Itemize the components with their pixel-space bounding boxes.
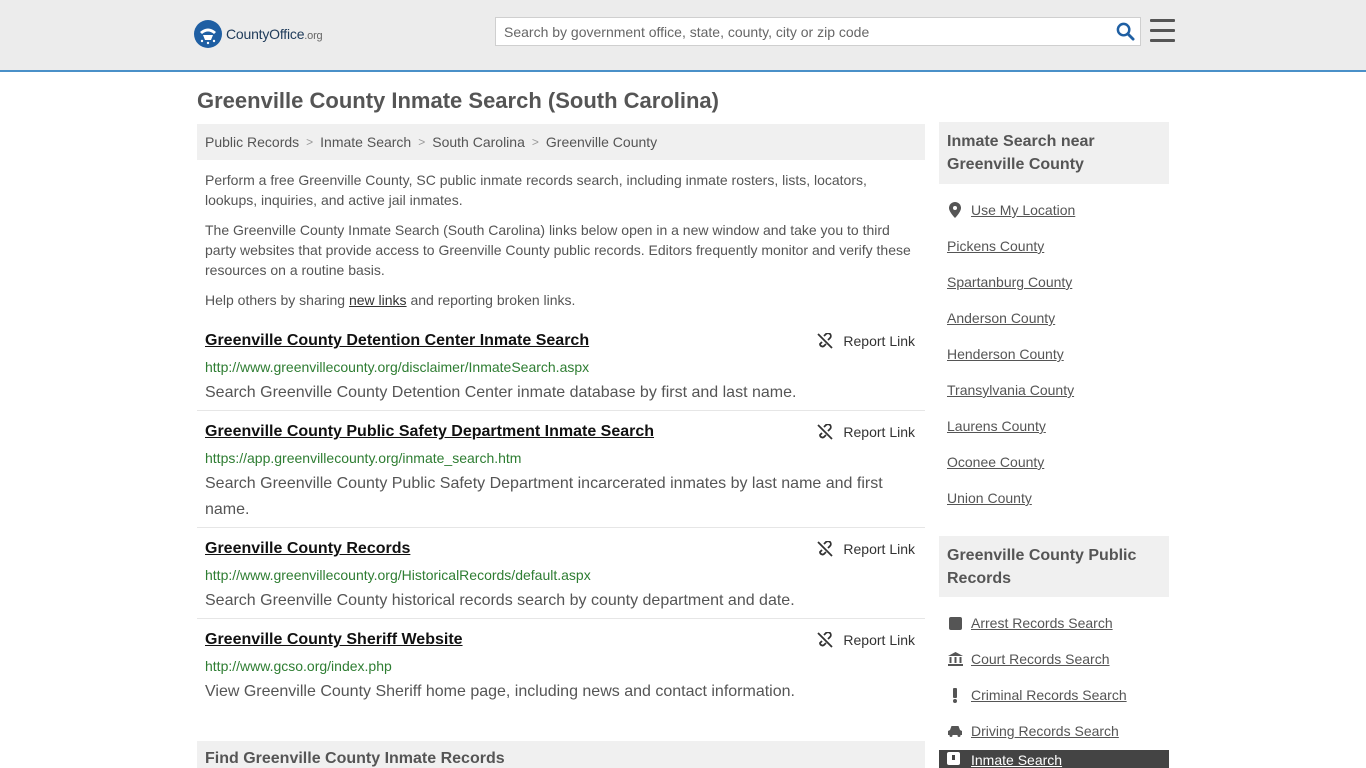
square-icon xyxy=(947,615,963,631)
near-county-link[interactable]: Union County xyxy=(947,490,1032,506)
new-links-link[interactable]: new links xyxy=(349,292,407,308)
broken-link-icon xyxy=(817,632,834,648)
exclamation-icon xyxy=(947,687,963,703)
listing-item: Greenville County Public Safety Departme… xyxy=(197,417,925,528)
intro-paragraph: Perform a free Greenville County, SC pub… xyxy=(205,172,867,208)
listing-title-link[interactable]: Greenville County Records xyxy=(205,540,410,558)
site-header: CountyOffice.org xyxy=(0,0,1366,72)
near-county-link[interactable]: Anderson County xyxy=(947,310,1055,326)
listing-description: View Greenville County Sheriff home page… xyxy=(205,683,795,700)
report-link-button[interactable]: Report Link xyxy=(817,541,915,557)
listing-item: Greenville County Detention Center Inmat… xyxy=(197,326,925,411)
listing-title-link[interactable]: Greenville County Public Safety Departme… xyxy=(205,423,654,441)
intro-paragraph-share: Help others by sharing new links and rep… xyxy=(205,292,576,308)
car-icon xyxy=(947,723,963,739)
near-county-link[interactable]: Henderson County xyxy=(947,346,1064,362)
logo-seal-icon xyxy=(194,20,222,48)
report-link-button[interactable]: Report Link xyxy=(817,424,915,440)
court-records-link[interactable]: Court Records Search xyxy=(947,651,1110,667)
sidebar-active-inmate-search[interactable]: Inmate Search xyxy=(939,750,1169,768)
search-box xyxy=(495,17,1141,46)
sidebar-records-heading: Greenville County Public Records xyxy=(939,536,1169,597)
logo-text: CountyOffice.org xyxy=(226,26,323,42)
search-icon xyxy=(1116,22,1135,41)
intro-paragraph: The Greenville County Inmate Search (Sou… xyxy=(205,222,911,278)
breadcrumb: Public Records > Inmate Search > South C… xyxy=(197,124,925,160)
intro-text: Perform a free Greenville County, SC pub… xyxy=(205,170,917,320)
sidebar-near-heading: Inmate Search near Greenville County xyxy=(939,122,1169,184)
courthouse-icon xyxy=(947,651,963,667)
site-logo[interactable]: CountyOffice.org xyxy=(194,20,323,48)
listing-url: http://www.greenvillecounty.org/Historic… xyxy=(205,567,591,583)
breadcrumb-separator: > xyxy=(418,135,426,149)
breadcrumb-public-records[interactable]: Public Records xyxy=(205,134,299,150)
breadcrumb-inmate-search[interactable]: Inmate Search xyxy=(320,134,411,150)
listing-url: http://www.greenvillecounty.org/disclaim… xyxy=(205,359,590,375)
logo-office: Office xyxy=(269,26,305,42)
near-county-link[interactable]: Laurens County xyxy=(947,418,1046,434)
listing-url: http://www.gcso.org/index.php xyxy=(205,658,392,674)
driving-records-link[interactable]: Driving Records Search xyxy=(947,723,1119,739)
search-input[interactable] xyxy=(496,23,1110,40)
find-records-heading: Find Greenville County Inmate Records xyxy=(197,741,925,768)
search-button[interactable] xyxy=(1110,18,1140,45)
logo-org: .org xyxy=(304,30,323,42)
listing-title-link[interactable]: Greenville County Detention Center Inmat… xyxy=(205,332,589,350)
breadcrumb-separator: > xyxy=(306,135,314,149)
page-title: Greenville County Inmate Search (South C… xyxy=(197,88,719,113)
listing-description: Search Greenville County Public Safety D… xyxy=(205,475,883,518)
map-pin-icon xyxy=(947,202,963,218)
near-county-link[interactable]: Oconee County xyxy=(947,454,1044,470)
arrest-records-link[interactable]: Arrest Records Search xyxy=(947,615,1113,631)
listing-item: Greenville County Sheriff Website Report… xyxy=(197,625,925,710)
hamburger-menu-icon[interactable] xyxy=(1150,19,1175,42)
report-link-button[interactable]: Report Link xyxy=(817,333,915,349)
inmate-icon xyxy=(947,752,963,768)
breadcrumb-separator: > xyxy=(531,135,539,149)
broken-link-icon xyxy=(817,541,834,557)
broken-link-icon xyxy=(817,424,834,440)
breadcrumb-greenville-county[interactable]: Greenville County xyxy=(546,134,657,150)
use-my-location-link[interactable]: Use My Location xyxy=(947,202,1075,218)
listing-item: Greenville County Records Report Link ht… xyxy=(197,534,925,619)
criminal-records-link[interactable]: Criminal Records Search xyxy=(947,687,1127,703)
broken-link-icon xyxy=(817,333,834,349)
near-county-link[interactable]: Spartanburg County xyxy=(947,274,1072,290)
logo-county: County xyxy=(226,26,270,42)
breadcrumb-south-carolina[interactable]: South Carolina xyxy=(432,134,525,150)
report-link-button[interactable]: Report Link xyxy=(817,632,915,648)
listing-url: https://app.greenvillecounty.org/inmate_… xyxy=(205,450,522,466)
listing-title-link[interactable]: Greenville County Sheriff Website xyxy=(205,631,463,649)
near-county-link[interactable]: Transylvania County xyxy=(947,382,1074,398)
listing-description: Search Greenville County historical reco… xyxy=(205,592,795,609)
listing-description: Search Greenville County Detention Cente… xyxy=(205,384,797,401)
near-county-link[interactable]: Pickens County xyxy=(947,238,1044,254)
